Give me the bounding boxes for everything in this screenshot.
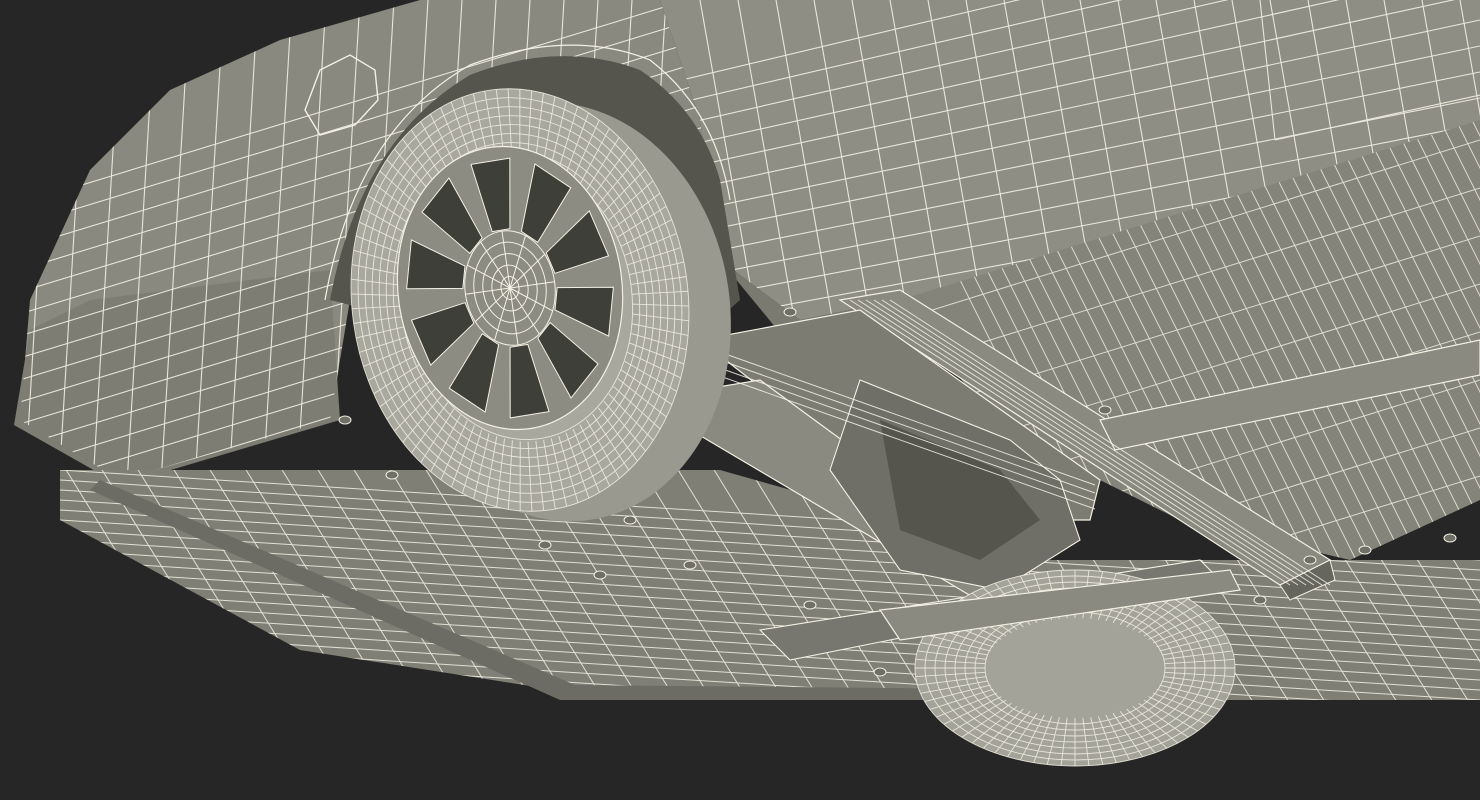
- bolt-head: [1358, 545, 1372, 555]
- bolt-head: [593, 570, 607, 580]
- bolt-head: [1303, 555, 1317, 565]
- render-viewport: [0, 0, 1480, 800]
- floor-wire-band: [60, 699, 1480, 700]
- bolt-head: [1098, 405, 1112, 415]
- bolt-head: [1443, 533, 1457, 543]
- bolt-head: [783, 307, 797, 317]
- car-wireframe-scene: [14, 0, 1480, 767]
- bolt-head: [623, 515, 637, 525]
- bolt-head: [538, 540, 552, 550]
- bolt-head: [873, 667, 887, 677]
- bolt-head: [338, 415, 352, 425]
- bolt-head: [683, 560, 697, 570]
- bolt-head: [1253, 595, 1267, 605]
- floor-wire-band: [60, 689, 1480, 700]
- bolt-head: [385, 470, 399, 480]
- bolt-head: [803, 600, 817, 610]
